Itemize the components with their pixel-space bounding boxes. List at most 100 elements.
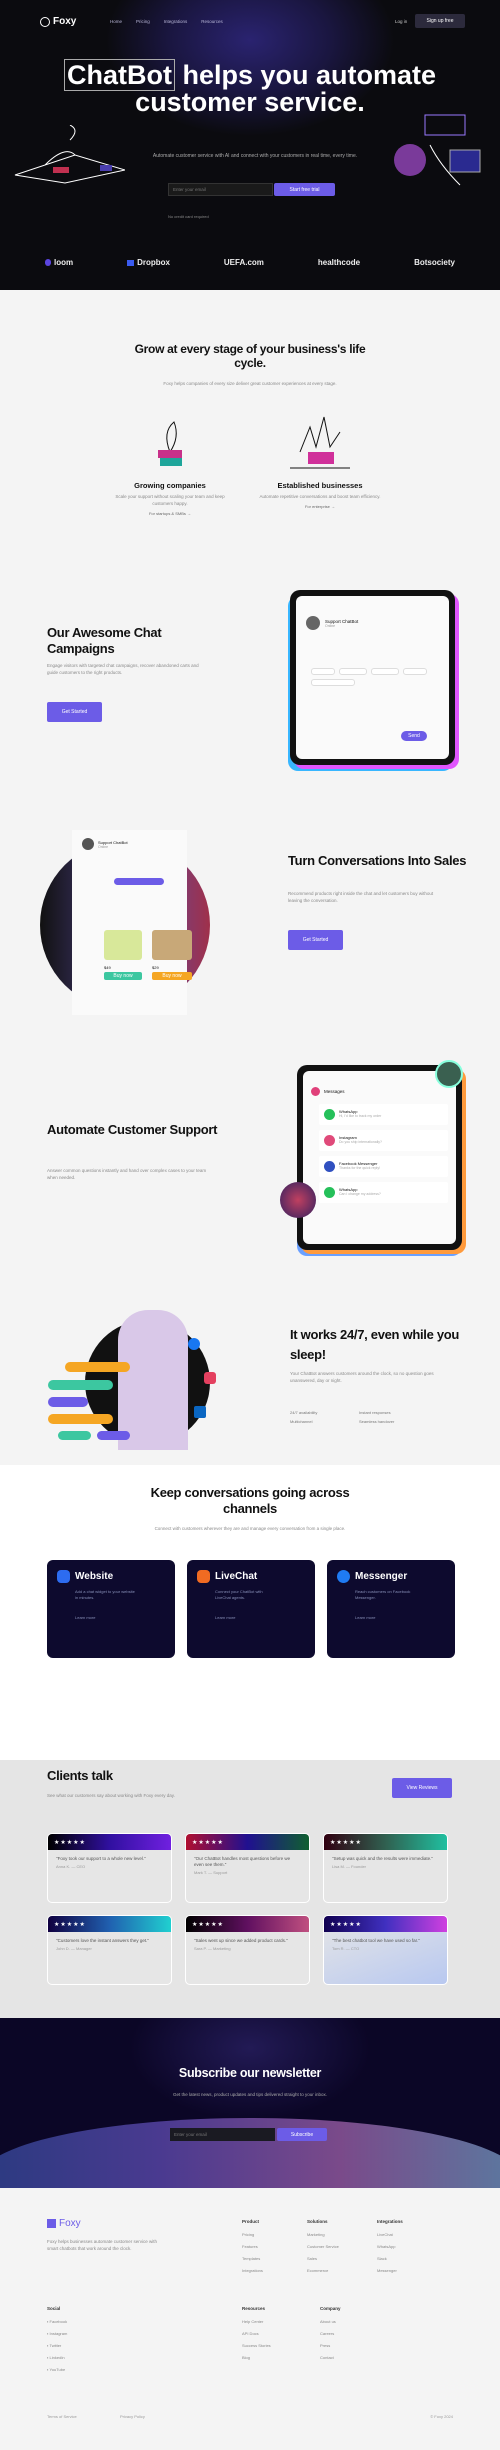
view-reviews-button[interactable]: View Reviews: [392, 1778, 452, 1798]
garden-illustration: [290, 416, 350, 469]
support-section: Automate Customer Support Answer common …: [0, 1060, 500, 1310]
rating-stars: ★★★★★: [324, 1916, 447, 1932]
messages-mockup: Messages WhatsApp Hi, I'd like to track m…: [297, 1065, 462, 1250]
always-title: It works 24/7, even while you sleep!: [290, 1327, 460, 1362]
subscribe-button[interactable]: Subscribe: [277, 2128, 327, 2141]
message-list: WhatsApp Hi, I'd like to track my order I…: [311, 1104, 448, 1203]
buy-button[interactable]: Buy now: [104, 972, 142, 980]
hero-email-input[interactable]: [168, 183, 273, 196]
newsletter-section: Subscribe our newsletter Get the latest …: [0, 2018, 500, 2188]
chat-bubble: [48, 1414, 113, 1424]
social-twitter[interactable]: ▪ Twitter: [47, 2343, 67, 2348]
product-card: $49 Buy now: [104, 930, 142, 980]
feature-bullets: 24/7 availability Instant responses Multic…: [290, 1410, 395, 1424]
nav-home[interactable]: Home: [110, 19, 122, 24]
rating-stars: ★★★★★: [324, 1834, 447, 1850]
channel-card-livechat[interactable]: LiveChat Connect your ChatBot with LiveCh…: [187, 1560, 315, 1658]
rating-stars: ★★★★★: [186, 1916, 309, 1932]
nav-resources[interactable]: Resources: [201, 19, 223, 24]
review-card: ★★★★★ "Setup was quick and the results we…: [323, 1833, 448, 1903]
send-button[interactable]: Send: [401, 731, 427, 741]
buy-button[interactable]: Buy now: [152, 972, 192, 980]
livechat-learn-more[interactable]: Learn more: [215, 1615, 305, 1620]
paper-plane-illustration: [14, 125, 125, 184]
clients-title: Clients talk: [47, 1768, 113, 1783]
website-chat-icon: [57, 1570, 70, 1583]
avatar: [82, 838, 94, 850]
review-card: ★★★★★ "Our ChatBot handles most questions…: [185, 1833, 310, 1903]
instagram-icon: [204, 1372, 216, 1384]
card-title: Growing companies: [134, 481, 206, 490]
shop-chat-mockup: Support ChatBot Online $49 Buy now $29 Buy …: [72, 830, 192, 1015]
livechat-icon: [197, 1570, 210, 1583]
rating-stars: ★★★★★: [186, 1834, 309, 1850]
message-item[interactable]: Instagram Do you ship internationally?: [319, 1130, 448, 1151]
grow-section: Grow at every stage of your business's l…: [0, 290, 500, 590]
chat-bubble: [48, 1397, 88, 1407]
messenger-icon: [337, 1570, 350, 1583]
sales-section: Support ChatBot Online $49 Buy now $29 Buy …: [0, 830, 500, 1060]
support-title: Automate Customer Support: [47, 1122, 218, 1137]
client-logos: loom Dropbox UEFA.com healthcode Botsoci…: [45, 258, 455, 267]
social-linkedin[interactable]: ▪ LinkedIn: [47, 2355, 67, 2360]
established-businesses-card: Established businesses Automate repetiti…: [250, 412, 390, 509]
channel-cards: Website Add a chat widget to your website…: [47, 1560, 455, 1658]
established-link[interactable]: For enterprise →: [250, 504, 390, 509]
message-item[interactable]: WhatsApp Can I change my address?: [319, 1182, 448, 1203]
grow-title: Grow at every stage of your business's l…: [134, 342, 366, 370]
linkedin-icon: [194, 1406, 206, 1418]
clients-section: Clients talk See what our customers say …: [0, 1760, 500, 2018]
footer-columns-2: Resources Help Center API Docs Success Stor…: [242, 2306, 341, 2360]
privacy-link[interactable]: Privacy Policy: [120, 2414, 145, 2419]
footer-columns: Product Pricing Features Templates Integrati…: [242, 2219, 403, 2273]
nav-integrations[interactable]: Integrations: [164, 19, 188, 24]
newsletter-email-input[interactable]: [170, 2128, 275, 2141]
campaigns-cta[interactable]: Get Started: [47, 702, 102, 722]
review-card: ★★★★★ "The best chatbot tool we have used…: [323, 1915, 448, 1985]
hero-title: ChatBot helps you automate customer serv…: [0, 59, 500, 116]
footer-social: Social ▪ Facebook ▪ Instagram ▪ Twitter …: [47, 2306, 68, 2372]
social-instagram[interactable]: ▪ Instagram: [47, 2331, 67, 2336]
website-learn-more[interactable]: Learn more: [75, 1615, 165, 1620]
review-grid: ★★★★★ "Foxy took our support to a whole n…: [47, 1833, 448, 1985]
customer-avatar: [280, 1182, 316, 1218]
growing-companies-card: Growing companies Scale your support wit…: [110, 412, 230, 516]
chat-bubble: [97, 1431, 130, 1440]
campaign-mockup: Support ChatBot Online Send: [290, 590, 455, 765]
footer-logo[interactable]: Foxy: [47, 2218, 81, 2229]
channel-card-messenger[interactable]: Messenger Reach customers on Facebook Mes…: [327, 1560, 455, 1658]
campaigns-section: Our Awesome Chat Campaigns Engage visito…: [0, 590, 500, 830]
login-link[interactable]: Log in: [395, 19, 407, 24]
hat-image: [152, 930, 192, 960]
logo-icon: [47, 2219, 56, 2228]
sneaker-image: [104, 930, 142, 960]
campaigns-desc: Engage visitors with targeted chat campa…: [47, 663, 199, 675]
plant-illustration: [158, 421, 182, 466]
sales-cta[interactable]: Get Started: [288, 930, 343, 950]
message-item[interactable]: Facebook Messenger Thanks for the quick r…: [319, 1156, 448, 1177]
sales-title: Turn Conversations Into Sales: [288, 853, 467, 868]
social-facebook[interactable]: ▪ Facebook: [47, 2319, 67, 2324]
growing-link[interactable]: For startups & SMBs →: [110, 511, 230, 516]
product-card: $29 Buy now: [152, 930, 192, 980]
rating-stars: ★★★★★: [48, 1916, 171, 1932]
hero-cta-button[interactable]: Start free trial: [274, 183, 335, 196]
rating-stars: ★★★★★: [48, 1834, 171, 1850]
copyright: © Foxy 2024: [430, 2414, 453, 2419]
facebook-icon: [188, 1338, 200, 1350]
social-youtube[interactable]: ▪ YouTube: [47, 2367, 67, 2372]
brand-logo[interactable]: Foxy: [40, 16, 76, 27]
person-illustration: [394, 114, 481, 186]
newsletter-title: Subscribe our newsletter: [178, 2066, 322, 2080]
logo-loom: loom: [45, 258, 73, 267]
message-item[interactable]: WhatsApp Hi, I'd like to track my order: [319, 1104, 448, 1125]
terms-link[interactable]: Terms of Service: [47, 2414, 77, 2419]
signup-button[interactable]: Sign up free: [415, 14, 465, 28]
channel-card-website[interactable]: Website Add a chat widget to your website…: [47, 1560, 175, 1658]
logo-healthcode: healthcode: [317, 258, 361, 267]
loom-icon: [45, 259, 51, 266]
messenger-learn-more[interactable]: Learn more: [355, 1615, 445, 1620]
avatar: [306, 616, 320, 630]
dropbox-icon: [127, 259, 135, 266]
nav-pricing[interactable]: Pricing: [136, 19, 150, 24]
